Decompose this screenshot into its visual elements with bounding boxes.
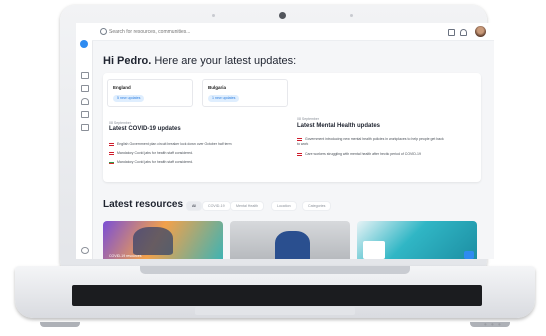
indicator-light <box>212 14 215 17</box>
covid-item[interactable]: Mandatory Covid jabs for health staff co… <box>109 151 193 155</box>
mental-item[interactable]: Care workers struggling with mental heal… <box>297 152 421 156</box>
trackpad <box>195 307 355 315</box>
avatar[interactable] <box>475 26 486 37</box>
mental-title: Latest Mental Health updates <box>297 123 381 129</box>
alert-icon[interactable] <box>81 98 89 105</box>
updates-badge[interactable]: 5 new updates <box>113 95 145 102</box>
filter-all[interactable]: All <box>186 201 202 211</box>
calendar-icon[interactable] <box>81 111 89 118</box>
laptop-hinge <box>140 266 410 274</box>
country-card-bulgaria[interactable]: Bulgaria 1 new updates <box>202 79 288 107</box>
status-lights: • • • <box>484 320 502 329</box>
resource-card[interactable] <box>357 221 477 259</box>
updates-card: England 5 new updates Bulgaria 1 new upd… <box>103 73 481 182</box>
sidebar <box>76 23 93 259</box>
search-icon <box>100 28 107 35</box>
covid-date: 08 September <box>109 121 131 125</box>
filter-location[interactable]: Location <box>271 201 297 211</box>
keyboard <box>72 285 482 306</box>
home-icon[interactable] <box>81 72 89 79</box>
calendar-icon <box>363 241 385 259</box>
filter-categories[interactable]: Categories <box>302 201 332 211</box>
resource-photo <box>275 231 310 259</box>
page-title: Hi Pedro. Here are your latest updates: <box>103 55 297 67</box>
laptop-screen: Hi Pedro. Here are your latest updates: … <box>76 23 494 259</box>
folder-icon[interactable] <box>81 85 89 92</box>
webcam <box>279 12 286 19</box>
country-name: England <box>113 85 131 90</box>
updates-badge[interactable]: 1 new updates <box>208 95 240 102</box>
mental-item[interactable]: Government introducing new mental health… <box>297 137 447 146</box>
country-card-england[interactable]: England 5 new updates <box>107 79 193 107</box>
covid-item[interactable]: Mandatory Covid jabs for health staff co… <box>109 160 193 164</box>
resources-title: Latest resources <box>103 199 184 210</box>
resource-card[interactable] <box>230 221 350 259</box>
covid-item[interactable]: English Government plan circuit breaker … <box>109 142 232 146</box>
resource-caption: COVID-19 resources <box>109 254 142 258</box>
indicator-light <box>350 14 353 17</box>
filter-mental-health[interactable]: Mental Health <box>230 201 265 211</box>
settings-icon[interactable] <box>81 247 89 254</box>
covid-title: Latest COVID-19 updates <box>109 126 181 132</box>
filter-covid[interactable]: COVID-19 <box>202 201 231 211</box>
document-icon[interactable] <box>81 124 89 131</box>
chat-button[interactable] <box>464 251 474 259</box>
resource-illustration <box>133 227 173 255</box>
app-logo[interactable] <box>80 40 88 48</box>
message-icon[interactable] <box>448 29 455 36</box>
bell-icon[interactable] <box>460 29 467 36</box>
mental-date: 08 September <box>297 117 319 121</box>
laptop-foot <box>40 322 80 327</box>
country-name: Bulgaria <box>208 85 227 90</box>
top-bar <box>92 23 494 41</box>
search-input[interactable] <box>109 27 259 37</box>
